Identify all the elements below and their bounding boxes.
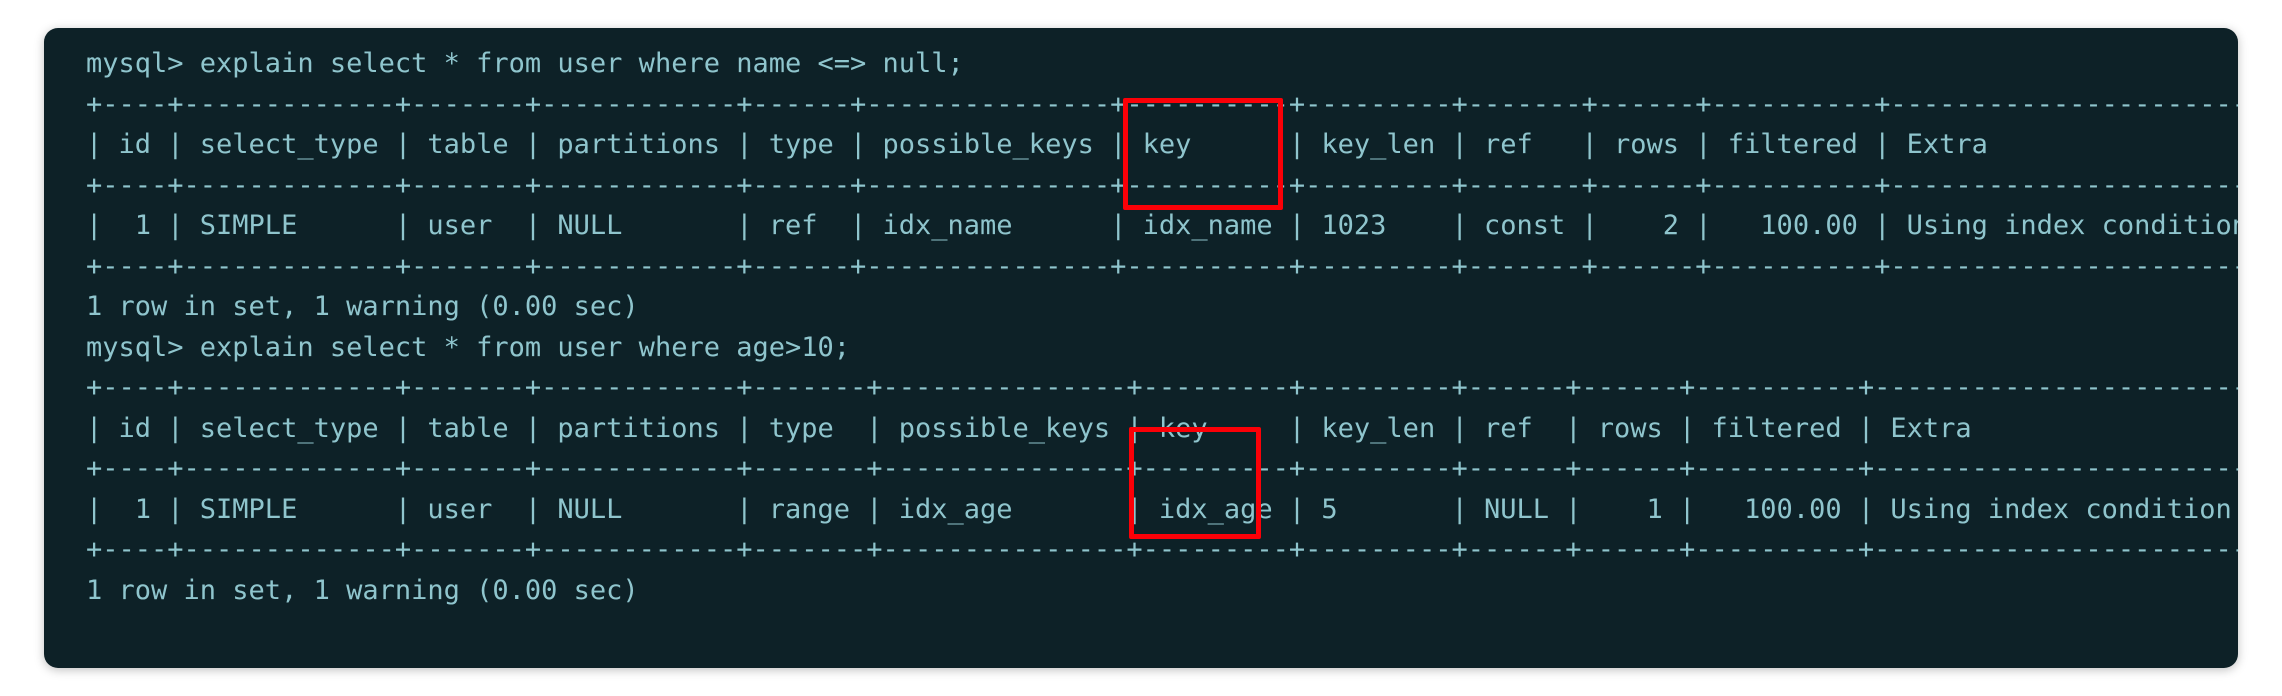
terminal-line-row-1: | 1 | SIMPLE | user | NULL | ref | idx_n…: [86, 210, 2238, 241]
screenshot-root: mysql> explain select * from user where …: [0, 0, 2282, 696]
terminal-window[interactable]: mysql> explain select * from user where …: [44, 28, 2238, 668]
terminal-line-rule-2b: +----+-------------+-------+------------…: [86, 453, 2238, 484]
terminal-line-rule-2a: +----+-------------+-------+------------…: [86, 372, 2238, 403]
terminal-line-command-2: mysql> explain select * from user where …: [86, 331, 851, 363]
terminal-line-header-1: | id | select_type | table | partitions …: [86, 129, 2238, 160]
terminal-line-header-2: | id | select_type | table | partitions …: [86, 412, 2238, 444]
terminal-output[interactable]: mysql> explain select * from user where …: [44, 28, 2238, 611]
terminal-line-status-2: 1 row in set, 1 warning (0.00 sec): [86, 574, 639, 606]
terminal-line-rule-1c: +----+-------------+-------+------------…: [86, 250, 2238, 282]
terminal-line-rule-1a: +----+-------------+-------+------------…: [86, 88, 2238, 120]
terminal-line-row-2: | 1 | SIMPLE | user | NULL | range | idx…: [86, 493, 2238, 525]
terminal-line-status-1: 1 row in set, 1 warning (0.00 sec): [86, 291, 639, 322]
terminal-line-command-1: mysql> explain select * from user where …: [86, 48, 964, 79]
terminal-line-rule-2c: +----+-------------+-------+------------…: [86, 534, 2238, 565]
terminal-line-rule-1b: +----+-------------+-------+------------…: [86, 169, 2238, 201]
